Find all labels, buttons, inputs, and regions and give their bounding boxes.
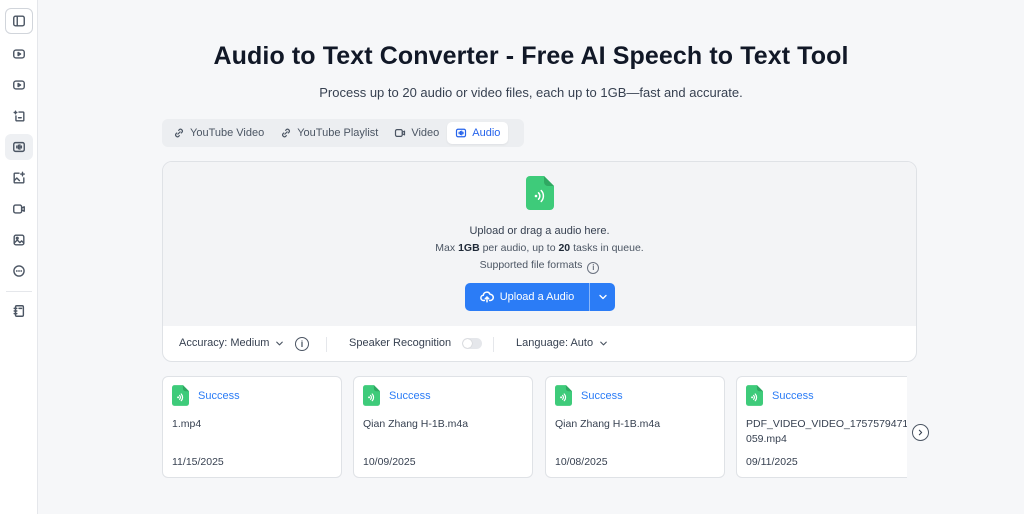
image-icon [13,234,25,246]
audio-file-icon [363,385,380,406]
file-chat-icon [13,110,25,122]
chevron-down-icon [276,341,284,345]
sidebar [0,0,38,514]
options-bar: Accuracy: Medium i Speaker Recognition L… [163,326,916,361]
video-icon [395,129,406,137]
history-card[interactable]: Success Qian Zhang H-1B.m4a 10/08/2025 [545,376,725,478]
sidebar-item-video[interactable] [5,196,33,222]
file-name: Qian Zhang H-1B.m4a [555,418,661,430]
upload-card: Upload or drag a audio here. Max 1GB per… [162,161,917,362]
more-circle-icon [13,265,25,277]
tab-video[interactable]: Video [386,122,447,144]
chevron-down-icon [600,341,607,345]
file-date: 09/11/2025 [746,456,798,468]
supported-formats: Supported file formats i [163,259,916,274]
page-subtitle: Process up to 20 audio or video files, e… [319,85,743,100]
history-next-button[interactable] [912,424,929,441]
sidebar-item-image-ai[interactable] [5,165,33,191]
upload-prompt: Upload or drag a audio here. [469,225,610,237]
source-tabs: YouTube Video YouTube Playlist Video Aud… [162,119,524,147]
speaker-recognition-toggle[interactable] [462,337,483,349]
sidebar-item-notebook[interactable] [5,298,33,324]
upload-button-group: Upload a Audio [465,283,615,311]
chevron-down-icon [598,294,607,300]
sidebar-toggle-icon [13,15,25,27]
link-icon [175,128,183,138]
drop-zone[interactable]: Upload or drag a audio here. Max 1GB per… [163,162,916,326]
tab-youtube-playlist[interactable]: YouTube Playlist [272,122,386,144]
speaker-recognition-option: Speaker Recognition [349,337,483,349]
page-title: Audio to Text Converter - Free AI Speech… [213,42,849,70]
upload-options-button[interactable] [590,283,615,311]
sidebar-item-image[interactable] [5,227,33,253]
cloud-upload-icon [479,291,494,303]
tab-youtube-video[interactable]: YouTube Video [165,122,272,144]
audio-file-icon [746,385,763,406]
sidebar-item-youtube-playlist[interactable] [5,72,33,98]
status-badge: Success [198,390,240,402]
file-name: PDF_VIDEO_VIDEO_1757579471059.mp4 [746,418,907,445]
sidebar-item-audio[interactable] [5,134,33,160]
accuracy-select[interactable]: Accuracy: Medium [179,337,285,349]
link-icon [282,128,291,138]
divider [326,337,327,352]
history-card[interactable]: Success PDF_VIDEO_VIDEO_1757579471059.mp… [736,376,907,478]
accuracy-info-icon[interactable]: i [295,337,309,351]
upload-limits: Max 1GB per audio, up to 20 tasks in que… [435,242,644,254]
upload-audio-button[interactable]: Upload a Audio [465,283,590,311]
notebook-icon [13,305,25,317]
file-date: 11/15/2025 [172,456,224,468]
youtube-icon [13,49,25,59]
audio-wave-icon [13,141,25,153]
status-badge: Success [389,390,431,402]
tab-label: YouTube Video [190,127,265,139]
tab-label: Video [411,127,440,139]
divider [493,337,494,352]
sidebar-item-more[interactable] [5,258,33,284]
tab-label: YouTube Playlist [297,127,379,139]
audio-file-icon [555,385,572,406]
audio-wave-icon [456,128,467,138]
sidebar-toggle-button[interactable] [5,8,33,34]
audio-file-icon [526,176,554,210]
history-card[interactable]: Success 1.mp4 11/15/2025 [162,376,342,478]
file-name: 1.mp4 [172,418,202,430]
history-list: Success 1.mp4 11/15/2025 Success Qian Zh… [162,376,907,479]
image-sparkle-icon [13,171,25,184]
sidebar-item-youtube-video[interactable] [5,41,33,67]
file-date: 10/09/2025 [363,456,416,468]
language-select[interactable]: Language: Auto [516,337,609,349]
video-camera-icon [13,204,25,214]
sidebar-item-file-chat[interactable] [5,103,33,129]
info-icon[interactable]: i [587,261,600,274]
status-badge: Success [581,390,623,402]
audio-file-icon [172,385,189,406]
tab-label: Audio [472,127,501,139]
file-name: Qian Zhang H-1B.m4a [363,418,469,430]
status-badge: Success [772,390,814,402]
youtube-playlist-icon [13,80,25,90]
chevron-right-icon [918,429,923,436]
main-content: Audio to Text Converter - Free AI Speech… [38,0,1024,514]
file-date: 10/08/2025 [555,456,608,468]
history-card[interactable]: Success Qian Zhang H-1B.m4a 10/09/2025 [353,376,533,478]
sidebar-divider [6,291,32,292]
tab-audio[interactable]: Audio [447,122,509,144]
